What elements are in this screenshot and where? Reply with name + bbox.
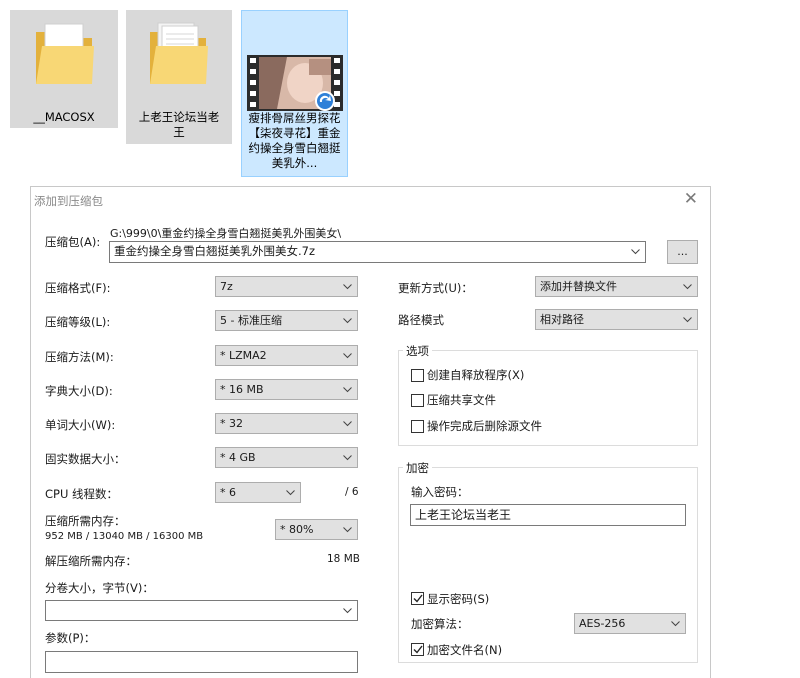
options-group-title: 选项 xyxy=(403,343,432,359)
mem-compress-label: 压缩所需内存： xyxy=(45,514,126,528)
chevron-down-icon xyxy=(681,277,693,296)
archive-name-combo[interactable]: 重金约操全身雪白翘挺美乳外围美女.7z xyxy=(109,241,646,263)
archive-path: G:\999\0\重金约操全身雪白翘挺美乳外围美女\ xyxy=(110,227,342,240)
delete-source-checkbox[interactable] xyxy=(411,420,424,433)
chevron-down-icon xyxy=(341,414,353,433)
chevron-down-icon xyxy=(341,277,353,296)
file-name: __MACOSX xyxy=(33,110,95,124)
encrypt-names-label: 加密文件名(N) xyxy=(427,643,503,657)
cpu-label: CPU 线程数： xyxy=(45,487,119,501)
params-input[interactable] xyxy=(45,651,358,673)
cpu-max: / 6 xyxy=(345,486,359,498)
params-label: 参数(P)： xyxy=(45,631,96,645)
dict-label: 字典大小(D): xyxy=(45,384,113,398)
checkmark-icon xyxy=(413,645,423,654)
cpu-select[interactable]: * 6 xyxy=(215,482,301,503)
volume-size-combo[interactable] xyxy=(45,600,358,621)
add-to-archive-dialog: 添加到压缩包 ✕ 压缩包(A): G:\999\0\重金约操全身雪白翘挺美乳外围… xyxy=(30,186,711,678)
dialog-title: 添加到压缩包 xyxy=(34,194,103,208)
show-password-checkbox[interactable] xyxy=(411,592,424,605)
sfx-checkbox[interactable] xyxy=(411,369,424,382)
chevron-down-icon xyxy=(341,601,353,620)
update-mode-select[interactable]: 添加并替换文件 xyxy=(535,276,698,297)
path-mode-label: 路径模式 xyxy=(398,313,444,327)
chevron-down-icon xyxy=(341,311,353,330)
dict-select[interactable]: * 16 MB xyxy=(215,379,358,400)
file-name: 瘦排骨屌丝男探花【柒夜寻花】重金约操全身雪白翘挺美乳外... xyxy=(248,111,341,170)
file-tile-macosx[interactable]: __MACOSX xyxy=(10,10,118,128)
chevron-down-icon xyxy=(341,520,353,539)
file-tile-video[interactable]: 瘦排骨屌丝男探花【柒夜寻花】重金约操全身雪白翘挺美乳外... xyxy=(241,10,348,177)
chevron-down-icon xyxy=(341,380,353,399)
mem-decompress-label: 解压缩所需内存： xyxy=(45,554,137,568)
close-icon[interactable]: ✕ xyxy=(684,189,698,209)
chevron-down-icon xyxy=(341,448,353,467)
encryption-method-select[interactable]: AES-256 xyxy=(574,613,686,634)
level-select[interactable]: 5 - 标准压缩 xyxy=(215,310,358,331)
file-tile-folder[interactable]: 上老王论坛当老王 xyxy=(126,10,232,144)
encryption-group-title: 加密 xyxy=(403,460,432,476)
mem-usage-select[interactable]: * 80% xyxy=(275,519,358,540)
path-mode-select[interactable]: 相对路径 xyxy=(535,309,698,330)
method-label: 压缩方法(M): xyxy=(45,350,114,364)
shared-files-label: 压缩共享文件 xyxy=(427,393,496,407)
mem-compress-detail: 952 MB / 13040 MB / 16300 MB xyxy=(45,531,204,542)
method-select[interactable]: * LZMA2 xyxy=(215,345,358,366)
checkmark-icon xyxy=(413,594,423,603)
chevron-down-icon xyxy=(629,242,641,261)
solid-label: 固实数据大小： xyxy=(45,452,126,466)
chevron-down-icon xyxy=(284,483,296,502)
level-label: 压缩等级(L): xyxy=(45,315,111,329)
delete-source-label: 操作完成后删除源文件 xyxy=(427,419,542,433)
volume-label: 分卷大小，字节(V)： xyxy=(45,581,154,595)
archive-label: 压缩包(A): xyxy=(45,235,101,249)
video-thumbnail-icon xyxy=(247,55,343,111)
sfx-label: 创建自释放程序(X) xyxy=(427,368,525,382)
shared-files-checkbox[interactable] xyxy=(411,394,424,407)
word-select[interactable]: * 32 xyxy=(215,413,358,434)
folder-icon xyxy=(150,22,208,84)
password-input[interactable]: 上老王论坛当老王 xyxy=(410,504,686,526)
chevron-down-icon xyxy=(669,614,681,633)
update-mode-label: 更新方式(U)： xyxy=(398,281,473,295)
chevron-down-icon xyxy=(681,310,693,329)
file-name: 上老王论坛当老王 xyxy=(138,110,220,139)
solid-select[interactable]: * 4 GB xyxy=(215,447,358,468)
browse-button[interactable]: ... xyxy=(667,240,698,264)
mem-decompress-value: 18 MB xyxy=(327,553,360,565)
password-label: 输入密码： xyxy=(411,485,469,499)
encryption-method-label: 加密算法： xyxy=(411,617,469,631)
format-label: 压缩格式(F): xyxy=(45,281,111,295)
word-label: 单词大小(W): xyxy=(45,418,116,432)
chevron-down-icon xyxy=(341,346,353,365)
encrypt-names-checkbox[interactable] xyxy=(411,643,424,656)
show-password-label: 显示密码(S) xyxy=(427,592,490,606)
format-select[interactable]: 7z xyxy=(215,276,358,297)
folder-icon xyxy=(36,23,94,84)
